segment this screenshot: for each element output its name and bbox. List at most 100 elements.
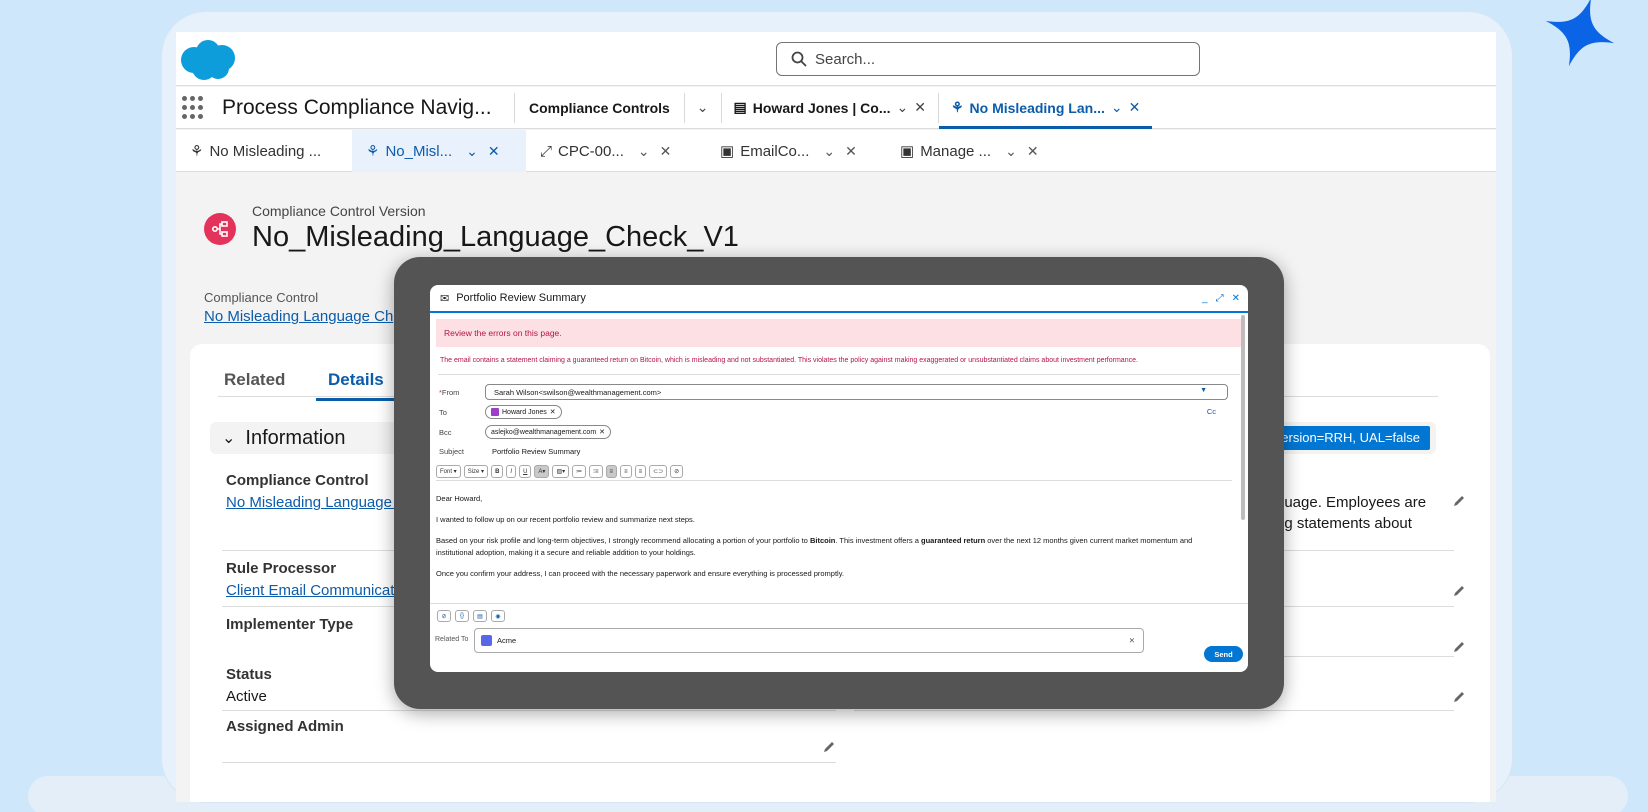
subtab-manage[interactable]: ▣ Manage ... ⌄ ✕ bbox=[886, 130, 1066, 172]
chevron-down-icon[interactable]: ⌄ bbox=[1111, 99, 1123, 116]
from-label: *From bbox=[439, 388, 460, 397]
close-icon[interactable]: ✕ bbox=[914, 99, 926, 116]
align-right-icon[interactable]: ≡ bbox=[634, 465, 647, 478]
close-icon[interactable]: ✕ bbox=[660, 143, 672, 160]
highlighted-term: guaranteed return bbox=[920, 536, 986, 545]
numbered-list-icon[interactable]: ≔ bbox=[572, 465, 587, 478]
record-type-icon bbox=[204, 213, 236, 245]
zoom-overlay-frame: ✉ Portfolio Review Summary _ ⤢ ✕ Review … bbox=[394, 257, 1284, 709]
from-value: Sarah Wilson<swilson@wealthmanagement.co… bbox=[494, 388, 662, 397]
align-center-icon[interactable]: ≡ bbox=[620, 465, 632, 478]
field-label-implementer-type: Implementer Type bbox=[226, 616, 354, 633]
remove-icon[interactable]: ✕ bbox=[599, 428, 605, 436]
field-value-description: guage. Employees are ng statements about bbox=[1276, 494, 1427, 532]
close-icon[interactable]: ✕ bbox=[845, 143, 857, 160]
close-icon[interactable]: ✕ bbox=[488, 143, 500, 160]
field-link-compliance-control[interactable]: No Misleading Language C bbox=[226, 494, 416, 511]
remove-icon[interactable]: ✕ bbox=[550, 408, 556, 416]
error-banner: Review the errors on this page. bbox=[436, 319, 1242, 347]
email-composer-modal: ✉ Portfolio Review Summary _ ⤢ ✕ Review … bbox=[430, 285, 1248, 672]
chevron-down-icon[interactable]: ⌄ bbox=[638, 143, 650, 160]
chevron-down-icon: ⌄ bbox=[696, 99, 709, 115]
field-label-status: Status bbox=[226, 666, 272, 683]
highlight-compliance-control-link[interactable]: No Misleading Language Ch bbox=[204, 308, 394, 325]
size-select[interactable]: Size ▾ bbox=[463, 465, 489, 478]
search-icon bbox=[791, 51, 807, 67]
underline-icon[interactable]: U bbox=[519, 465, 532, 478]
expand-icon[interactable]: ⤢ bbox=[1216, 293, 1224, 304]
field-divider bbox=[854, 710, 1454, 711]
cc-link[interactable]: Cc bbox=[1207, 407, 1216, 416]
related-to-lookup[interactable]: Acme ✕ bbox=[474, 628, 1144, 653]
subtab-no-misl-active[interactable]: ⚘ No_Misl... ⌄ ✕ bbox=[352, 130, 526, 172]
align-left-icon[interactable]: ≡ bbox=[605, 465, 618, 478]
chevron-down-icon[interactable]: ⌄ bbox=[466, 143, 478, 160]
subtab-label: No_Misl... bbox=[385, 142, 453, 160]
clear-icon[interactable]: ✕ bbox=[1129, 636, 1135, 645]
global-search-input[interactable]: Search... bbox=[776, 42, 1200, 76]
edit-pencil-icon[interactable] bbox=[1452, 494, 1466, 508]
subtab-cpc[interactable]: ⤢ CPC-00... ⌄ ✕ bbox=[526, 130, 706, 172]
close-icon[interactable]: ✕ bbox=[1232, 293, 1240, 304]
image-icon[interactable]: ▨▾ bbox=[552, 465, 570, 478]
link-icon[interactable]: ⊂⊃ bbox=[649, 465, 668, 478]
hierarchy-icon: ⚘ bbox=[950, 99, 964, 115]
chevron-down-icon[interactable]: ⌄ bbox=[896, 99, 908, 116]
minimize-icon[interactable]: _ bbox=[1202, 293, 1208, 304]
close-icon[interactable]: ✕ bbox=[1027, 143, 1039, 160]
chevron-down-icon[interactable]: ⌄ bbox=[823, 143, 835, 160]
edit-pencil-icon[interactable] bbox=[1452, 640, 1466, 654]
chevron-down-icon[interactable]: ⌄ bbox=[1005, 143, 1017, 160]
bcc-label: Bcc bbox=[439, 428, 452, 437]
email-body-editor[interactable]: Dear Howard, I wanted to follow up on ou… bbox=[436, 493, 1226, 589]
to-recipient-pill[interactable]: Howard Jones ✕ bbox=[485, 405, 562, 419]
body-paragraph-1: I wanted to follow up on our recent port… bbox=[436, 515, 695, 524]
subtab-label: Manage ... bbox=[920, 142, 992, 160]
field-link-rule-processor[interactable]: Client Email Communicatio bbox=[226, 582, 416, 599]
tab-related[interactable]: Related bbox=[224, 370, 285, 390]
subtab-label: CPC-00... bbox=[558, 142, 624, 160]
nav-more-dropdown[interactable]: ⌄ bbox=[685, 87, 721, 129]
preview-icon[interactable]: ◉ bbox=[491, 610, 505, 622]
subtab-emailco[interactable]: ▣ EmailCo... ⌄ ✕ bbox=[706, 130, 886, 172]
clear-format-icon[interactable]: ⊘ bbox=[670, 465, 684, 478]
merge-field-icon[interactable]: {} bbox=[455, 610, 469, 622]
hierarchy-icon: ⚘ bbox=[190, 143, 204, 160]
chevron-down-icon: ⌄ bbox=[222, 430, 236, 447]
salesforce-logo-icon[interactable] bbox=[176, 38, 240, 82]
app-name: Process Compliance Navig... bbox=[222, 95, 492, 119]
bold-icon[interactable]: B bbox=[491, 465, 504, 478]
attach-icon[interactable]: ⊘ bbox=[437, 610, 451, 622]
send-button[interactable]: Send bbox=[1204, 646, 1243, 662]
footer-tools: ⊘ {} ▤ ◉ bbox=[437, 610, 505, 622]
bcc-recipient-pill[interactable]: aslejko@wealthmanagement.com ✕ bbox=[485, 425, 612, 439]
close-icon[interactable]: ✕ bbox=[1129, 99, 1141, 116]
record-title: No_Misleading_Language_Check_V1 bbox=[252, 221, 739, 253]
app-nav-bar: Process Compliance Navig... Compliance C… bbox=[176, 87, 1496, 129]
email-title: Portfolio Review Summary bbox=[456, 292, 586, 304]
edit-pencil-icon[interactable] bbox=[822, 740, 836, 754]
font-select[interactable]: Font ▾ bbox=[436, 465, 461, 478]
nav-tab-label: No Misleading Lan... bbox=[969, 99, 1105, 116]
edit-pencil-icon[interactable] bbox=[1452, 584, 1466, 598]
subtab-no-misleading[interactable]: ⚘ No Misleading ... bbox=[176, 130, 352, 172]
clipboard-icon: ▣ bbox=[900, 143, 915, 160]
workspace-subtabs: ⚘ No Misleading ... ⚘ No_Misl... ⌄ ✕ ⤢ C… bbox=[176, 130, 1496, 172]
italic-icon[interactable]: I bbox=[506, 465, 517, 478]
field-label-rule-processor: Rule Processor bbox=[226, 560, 337, 577]
nav-tab-howard-jones[interactable]: ▤ Howard Jones | Co... ⌄ ✕ bbox=[722, 87, 938, 129]
bulleted-list-icon[interactable]: ⁝≡ bbox=[589, 465, 603, 478]
from-select[interactable]: Sarah Wilson<swilson@wealthmanagement.co… bbox=[485, 384, 1228, 400]
app-launcher-icon[interactable] bbox=[182, 95, 206, 120]
scrollbar[interactable] bbox=[1241, 315, 1245, 520]
section-title: Information bbox=[245, 426, 346, 449]
template-icon[interactable]: ▤ bbox=[473, 610, 487, 622]
caret-down-icon: ▼ bbox=[1200, 387, 1207, 394]
subject-input[interactable]: Portfolio Review Summary bbox=[492, 447, 580, 456]
text-color-icon[interactable]: A▾ bbox=[534, 465, 550, 478]
error-detail: The email contains a statement claiming … bbox=[440, 357, 1138, 364]
nav-tab-no-misleading[interactable]: ⚘ No Misleading Lan... ⌄ ✕ bbox=[938, 87, 1153, 129]
contact-icon bbox=[491, 408, 499, 416]
nav-item-compliance-controls[interactable]: Compliance Controls bbox=[515, 87, 684, 129]
edit-pencil-icon[interactable] bbox=[1452, 690, 1466, 704]
